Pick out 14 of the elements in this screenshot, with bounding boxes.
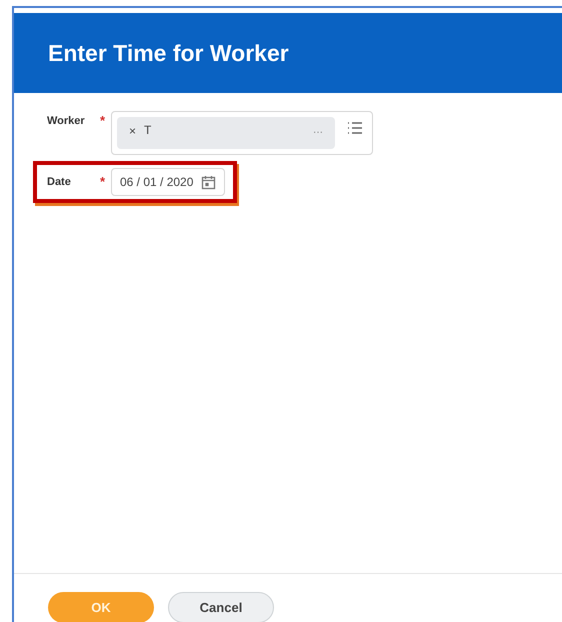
worker-prompt-field[interactable]: × T ··· bbox=[111, 111, 373, 155]
more-button[interactable]: ··· bbox=[313, 125, 323, 140]
calendar-icon[interactable] bbox=[201, 174, 216, 190]
cancel-button[interactable]: Cancel bbox=[168, 592, 274, 622]
worker-value: T bbox=[144, 122, 152, 139]
date-field[interactable]: 06 / 01 / 2020 bbox=[111, 168, 226, 196]
required-mark: * bbox=[100, 112, 105, 130]
window-title: Enter Time for Worker bbox=[48, 38, 289, 68]
list-icon[interactable] bbox=[347, 121, 363, 135]
required-mark: * bbox=[100, 173, 105, 192]
remove-button[interactable]: × bbox=[129, 125, 136, 137]
date-value: 06 / 01 / 2020 bbox=[120, 174, 194, 191]
field-label: Worker bbox=[47, 114, 85, 128]
field-label: Date bbox=[47, 174, 71, 190]
